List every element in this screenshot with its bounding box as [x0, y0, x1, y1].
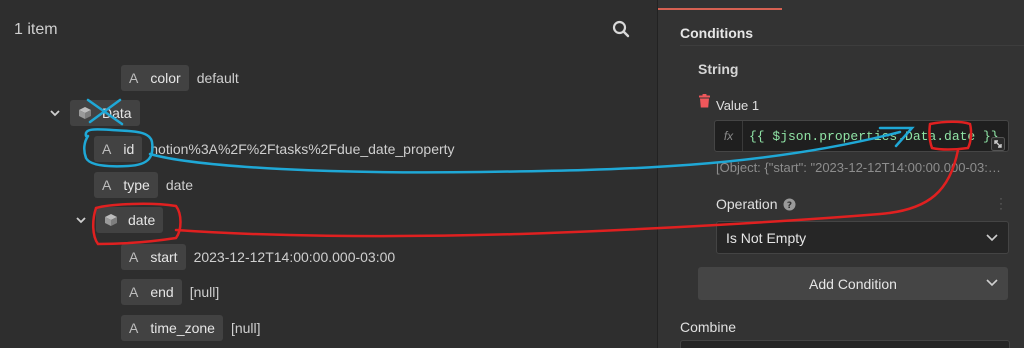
help-icon[interactable]: ?: [783, 198, 796, 211]
field-value: [null]: [189, 284, 220, 300]
tree-row-data: Data: [48, 100, 140, 126]
field-name: Data: [102, 105, 132, 121]
field-value: default: [196, 70, 239, 86]
field-value: date: [165, 177, 194, 193]
chevron-down-icon: [986, 234, 998, 242]
field-key-id[interactable]: A id: [94, 136, 143, 162]
string-heading: String: [698, 61, 739, 77]
tree-row-time-zone: A time_zone [null]: [121, 315, 261, 341]
value-1-label: Value 1: [716, 98, 760, 113]
field-key-type[interactable]: A type: [94, 172, 158, 198]
string-type-icon: A: [129, 70, 139, 86]
combine-select[interactable]: [680, 340, 1010, 348]
parameters-panel: Conditions String Value 1 fx {{ $json.pr…: [657, 0, 1024, 348]
field-name: end: [150, 284, 174, 300]
string-type-icon: A: [129, 320, 139, 336]
field-key-end[interactable]: A end: [121, 279, 182, 305]
string-type-icon: A: [129, 284, 139, 300]
cube-icon: [105, 214, 117, 226]
field-name: id: [123, 141, 135, 157]
field-name: type: [123, 177, 150, 193]
field-value: [null]: [230, 320, 261, 336]
field-key-color[interactable]: A color: [121, 65, 189, 91]
tree-row-type: A type date: [94, 172, 193, 198]
field-value: notion%3A%2F%2Ftasks%2Fdue_date_property: [150, 141, 455, 157]
field-key-time-zone[interactable]: A time_zone: [121, 315, 223, 341]
chevron-down-icon[interactable]: [74, 213, 88, 227]
cube-icon: [79, 107, 91, 119]
tree-row-date: date: [74, 207, 164, 233]
add-condition-button[interactable]: Add Condition: [698, 267, 1008, 300]
field-name: start: [150, 249, 178, 265]
field-value: 2023-12-12T14:00:00.000-03:00: [193, 249, 396, 265]
fx-icon: fx: [715, 121, 743, 151]
chevron-down-icon[interactable]: [48, 106, 62, 120]
tree-row-color: A color default: [121, 65, 239, 91]
field-name: color: [150, 70, 181, 86]
field-key-start[interactable]: A start: [121, 244, 186, 270]
expand-icon[interactable]: [991, 137, 1005, 151]
field-key-date[interactable]: date: [96, 207, 164, 233]
field-name: date: [128, 212, 156, 228]
operation-label-text: Operation: [716, 196, 778, 212]
field-name: time_zone: [150, 320, 215, 336]
tree-row-start: A start 2023-12-12T14:00:00.000-03:00: [121, 244, 395, 270]
tree-row-id: A id notion%3A%2F%2Ftasks%2Fdue_date_pro…: [94, 136, 455, 162]
expression-preview: [Object: {"start": "2023-12-12T14:00:00.…: [716, 160, 1008, 175]
output-panel: 1 item A color default Data A id notion%…: [0, 0, 657, 348]
add-condition-label: Add Condition: [809, 275, 897, 292]
svg-text:?: ?: [787, 201, 792, 211]
operation-select[interactable]: Is Not Empty: [716, 221, 1009, 254]
string-type-icon: A: [102, 177, 112, 193]
search-icon[interactable]: [612, 20, 634, 42]
item-count: 1 item: [14, 21, 58, 38]
operation-selected-value: Is Not Empty: [726, 229, 807, 246]
field-key-data[interactable]: Data: [70, 100, 140, 126]
expression-text[interactable]: {{ $json.properties.Data.date }}: [743, 129, 999, 144]
options-menu-icon[interactable]: · · ·: [999, 192, 1005, 214]
operation-label: Operation ?: [716, 196, 796, 212]
conditions-heading: Conditions: [680, 25, 754, 41]
string-type-icon: A: [129, 249, 139, 265]
trash-icon[interactable]: [698, 94, 711, 108]
combine-label: Combine: [680, 319, 737, 335]
divider: [680, 45, 1024, 46]
string-type-icon: A: [102, 141, 112, 157]
active-tab-indicator: [658, 8, 782, 10]
chevron-down-icon: [986, 279, 998, 287]
value-1-expression-input[interactable]: fx {{ $json.properties.Data.date }}: [714, 120, 1009, 152]
tree-row-end: A end [null]: [121, 279, 219, 305]
